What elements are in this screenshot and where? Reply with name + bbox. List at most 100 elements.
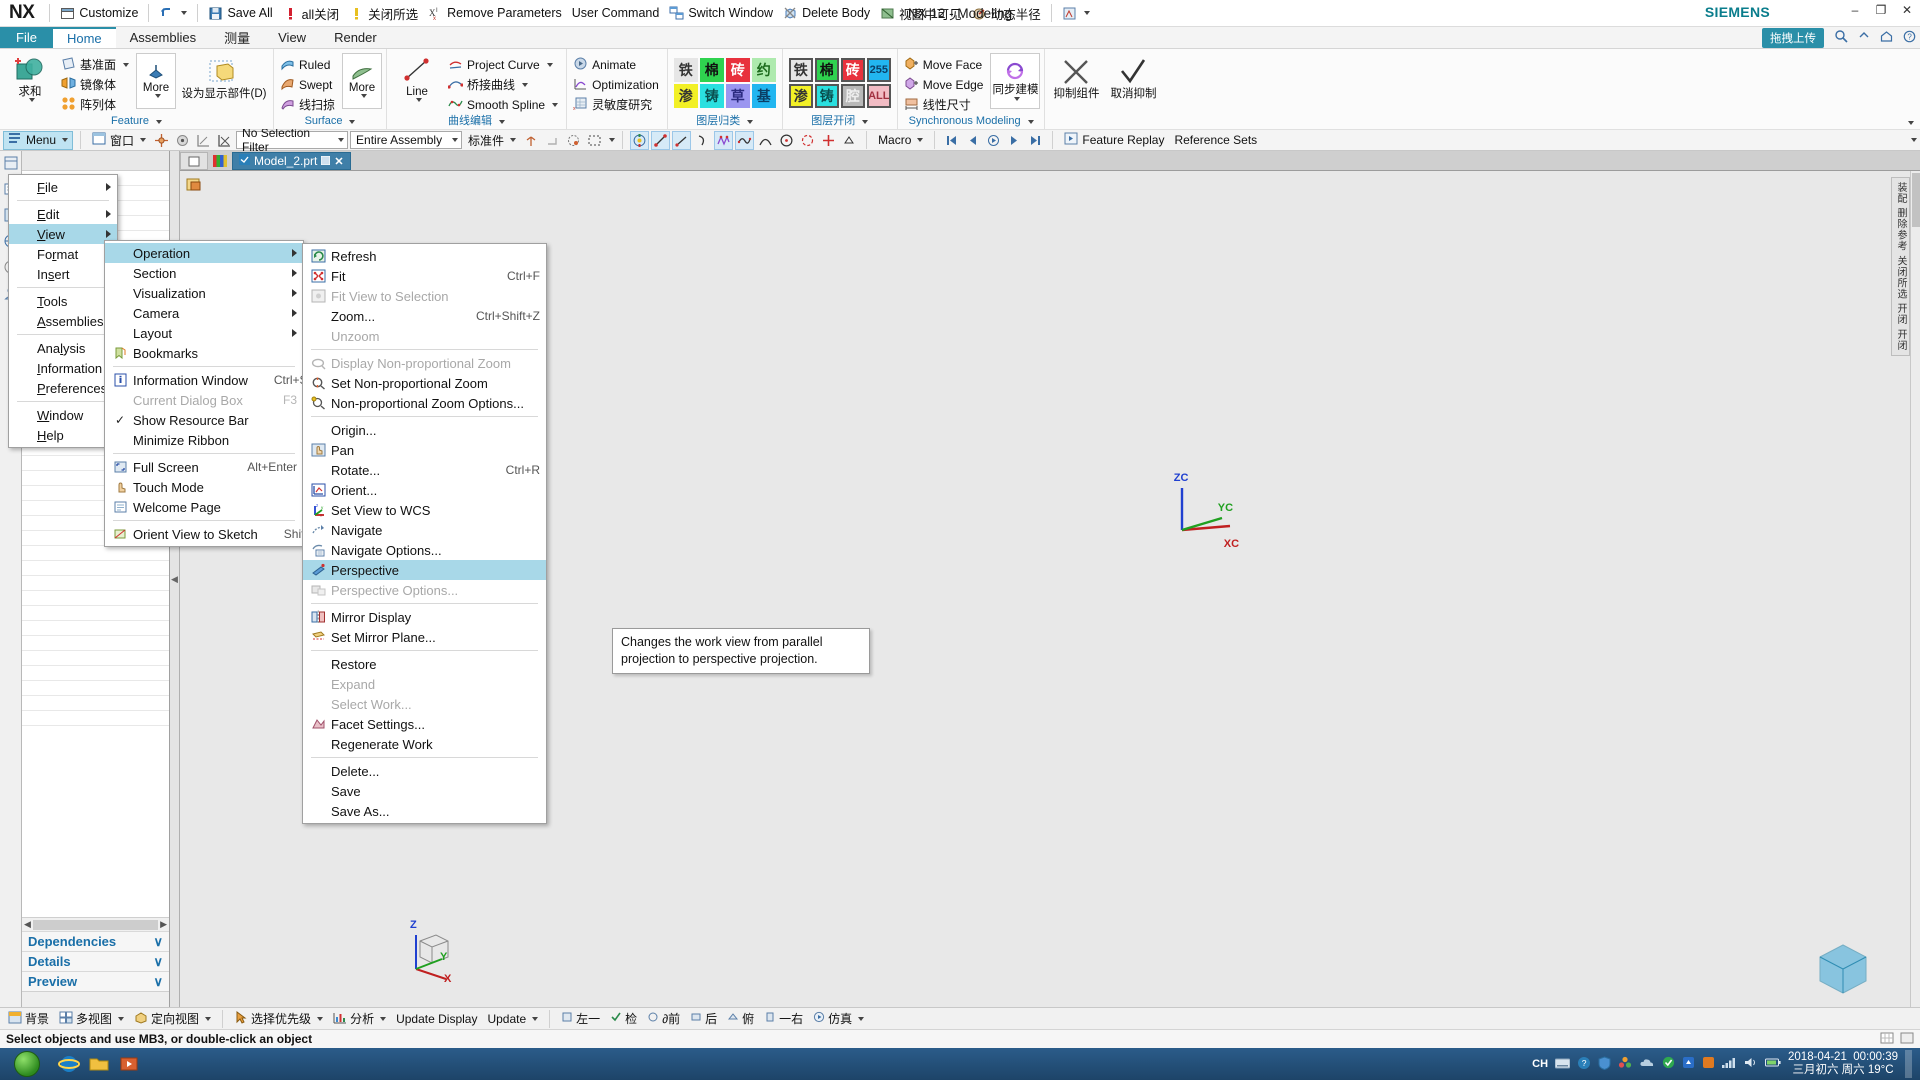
- list-item[interactable]: [22, 561, 169, 576]
- more-surface-button[interactable]: More: [342, 53, 383, 109]
- sphere-select-icon[interactable]: [564, 131, 583, 150]
- chevron-down-icon[interactable]: [747, 119, 754, 124]
- chevron-down-icon[interactable]: ∨: [153, 974, 163, 990]
- menu-item-edit[interactable]: Edit: [9, 204, 117, 224]
- start-button[interactable]: [0, 1048, 54, 1080]
- menu-item-full-screen[interactable]: Full Screen Alt+Enter: [105, 457, 303, 477]
- left-view-button[interactable]: 左一: [557, 1009, 604, 1028]
- menu-item-touch-mode[interactable]: Touch Mode: [105, 477, 303, 497]
- tray-network-icon[interactable]: [1722, 1056, 1737, 1072]
- menu-item-format[interactable]: Format: [9, 244, 117, 264]
- chevron-down-icon[interactable]: [317, 1016, 324, 1021]
- rewind-icon[interactable]: [942, 131, 961, 150]
- datum-plane-button[interactable]: 基准面: [59, 55, 133, 74]
- sensitivity-study-button[interactable]: x 灵敏度研究: [571, 95, 663, 114]
- line-button[interactable]: Line: [391, 53, 443, 102]
- menu-item-preferences[interactable]: Preferences: [9, 378, 123, 398]
- chevron-down-icon[interactable]: [510, 138, 517, 142]
- tab-measure[interactable]: 测量: [210, 27, 264, 48]
- feature-replay-button[interactable]: Feature Replay: [1060, 131, 1168, 150]
- menu-item-pan[interactable]: Pan: [303, 440, 546, 460]
- chevron-down-icon[interactable]: [154, 94, 161, 98]
- layout-icon[interactable]: [186, 177, 206, 195]
- optimization-button[interactable]: Optimization: [571, 75, 663, 94]
- close-icon[interactable]: ✕: [334, 155, 343, 168]
- qat-switch-window-button[interactable]: Switch Window: [664, 2, 778, 24]
- taskbar-clock[interactable]: 2018-04-21 00:00:39 三月初六 周六 19°C: [1788, 1051, 1898, 1077]
- background-button[interactable]: 背景: [4, 1009, 53, 1028]
- layer-chip[interactable]: 铁: [673, 58, 698, 82]
- list-item[interactable]: [22, 591, 169, 606]
- plane-select-icon[interactable]: [194, 131, 213, 150]
- upload-badge[interactable]: 拖拽上传: [1762, 27, 1824, 48]
- studio-spline-icon[interactable]: [714, 130, 734, 150]
- animate-button[interactable]: Animate: [571, 55, 663, 74]
- show-desktop-button[interactable]: [1905, 1050, 1912, 1078]
- taskbar-media-icon[interactable]: [116, 1052, 142, 1076]
- chevron-down-icon[interactable]: [609, 138, 616, 142]
- scroll-thumb[interactable]: [1912, 173, 1920, 227]
- layer-toggle-chip[interactable]: 渗: [788, 84, 813, 108]
- chevron-down-icon[interactable]: [1013, 97, 1020, 101]
- front-view-button[interactable]: ∂前: [643, 1009, 684, 1028]
- fillet-icon[interactable]: [798, 131, 817, 150]
- smooth-spline-button[interactable]: Smooth Spline: [446, 95, 562, 114]
- list-item[interactable]: [22, 606, 169, 621]
- qat-save-all-button[interactable]: Save All: [203, 2, 277, 24]
- menu-item-information[interactable]: Information: [9, 358, 118, 378]
- arc-icon[interactable]: [756, 131, 775, 150]
- status-panel-icon[interactable]: [1900, 1032, 1914, 1047]
- curve-select-icon[interactable]: [215, 131, 234, 150]
- menu-view[interactable]: Operation Section Visualization Camera Layou…: [104, 240, 339, 547]
- menu-item-rotate[interactable]: Rotate... Ctrl+R: [303, 460, 546, 480]
- step-forward-icon[interactable]: [1005, 131, 1024, 150]
- tab-assemblies[interactable]: Assemblies: [116, 27, 210, 48]
- menu-item-set-non-proportional-zoom[interactable]: Set Non-proportional Zoom: [303, 373, 546, 393]
- tray-green-icon[interactable]: [1662, 1056, 1675, 1072]
- menu-item-navigate-options[interactable]: Navigate Options...: [303, 540, 546, 560]
- menu-item-orient[interactable]: Orient...: [303, 480, 546, 500]
- menu-item-layout[interactable]: Layout: [105, 323, 303, 343]
- reference-sets-button[interactable]: Reference Sets: [1170, 131, 1261, 150]
- chevron-down-icon[interactable]: [140, 138, 147, 142]
- ime-indicator[interactable]: CH: [1532, 1058, 1548, 1070]
- macro-button[interactable]: Macro: [874, 131, 927, 150]
- simulation-button[interactable]: 仿真: [809, 1009, 868, 1028]
- point-select-icon[interactable]: [152, 131, 171, 150]
- orient-view-button[interactable]: 定向视图: [130, 1009, 215, 1028]
- menu-button[interactable]: Menu: [3, 130, 74, 150]
- menu-item-welcome-page[interactable]: Welcome Page: [105, 497, 303, 517]
- tray-keyboard-icon[interactable]: [1554, 1057, 1571, 1072]
- synchronous-modeling-button[interactable]: 同步建模: [990, 53, 1041, 109]
- new-tab-icon[interactable]: [180, 152, 208, 170]
- qat-dynamic-radius-button[interactable]: 动态半径: [967, 2, 1046, 24]
- menu-item-set-mirror-plane[interactable]: Set Mirror Plane...: [303, 627, 546, 647]
- chevron-down-icon[interactable]: [522, 82, 529, 87]
- ruled-button[interactable]: Ruled: [278, 55, 339, 74]
- minimize-button[interactable]: –: [1848, 3, 1862, 17]
- menu-item-bookmarks[interactable]: Bookmarks: [105, 343, 303, 363]
- menu-item-delete[interactable]: Delete...: [303, 761, 546, 781]
- tray-blue-icon[interactable]: [1682, 1056, 1695, 1072]
- chevron-down-icon[interactable]: [546, 62, 553, 67]
- pattern-body-button[interactable]: 阵列体: [59, 95, 133, 114]
- list-item[interactable]: [22, 576, 169, 591]
- menu-item-perspective[interactable]: Perspective: [303, 560, 546, 580]
- tray-volume-icon[interactable]: [1744, 1056, 1758, 1072]
- menu-item-minimize-ribbon[interactable]: Minimize Ribbon: [105, 430, 303, 450]
- list-item[interactable]: [22, 681, 169, 696]
- minimize-ribbon-icon[interactable]: [1858, 30, 1870, 45]
- add-point-icon[interactable]: [819, 131, 838, 150]
- menu-item-navigate[interactable]: Navigate: [303, 520, 546, 540]
- menu-item-visualization[interactable]: Visualization: [105, 283, 303, 303]
- layer-toggle-chip[interactable]: 砖: [840, 58, 865, 82]
- chevron-down-icon[interactable]: [1083, 11, 1090, 15]
- tab-render[interactable]: Render: [320, 27, 391, 48]
- menu-item-section[interactable]: Section: [105, 263, 303, 283]
- section-dependencies[interactable]: Dependencies ∨: [22, 931, 169, 951]
- qat-delete-body-button[interactable]: Delete Body: [778, 2, 875, 24]
- menu-item-help[interactable]: Help: [9, 425, 117, 445]
- move-edge-button[interactable]: Move Edge: [902, 75, 988, 94]
- chevron-down-icon[interactable]: [415, 98, 422, 102]
- update-display-button[interactable]: Update Display: [392, 1009, 481, 1028]
